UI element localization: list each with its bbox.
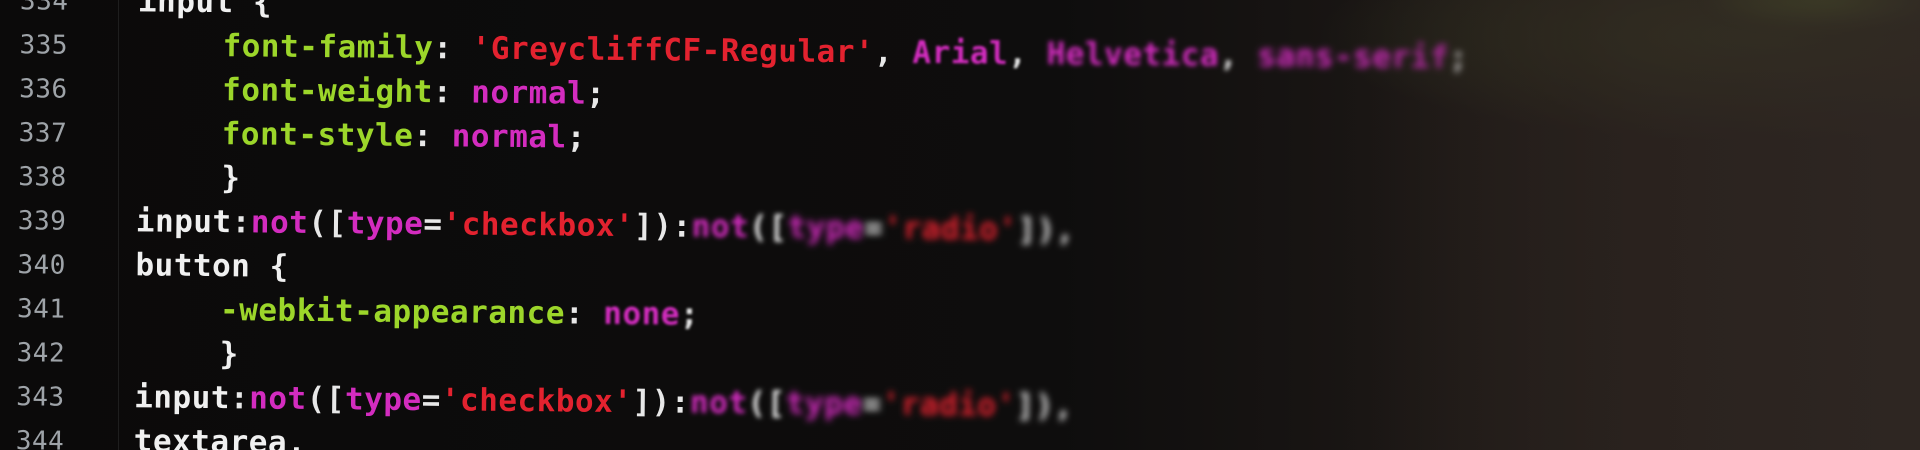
code-line: 334 input {: [0, 0, 272, 27]
code-text: textarea,: [133, 423, 307, 450]
code-text: button {: [135, 247, 289, 285]
css-value: normal: [451, 118, 567, 156]
css-property: font-weight: [221, 72, 434, 111]
css-attribute: type: [787, 209, 865, 247]
css-pseudo: not: [249, 380, 307, 417]
css-selector: input: [135, 203, 232, 241]
css-property: font-family: [222, 28, 434, 67]
css-pseudo: not: [250, 204, 309, 241]
css-attribute: type: [785, 385, 863, 423]
code-view: 334 input { 335 font-family: 'GreycliffC…: [0, 0, 1920, 450]
line-number: 336: [19, 74, 68, 105]
code-editor-photo: 334 input { 335 font-family: 'GreycliffC…: [0, 0, 1920, 450]
line-number: 341: [16, 294, 66, 325]
code-text: }: [219, 336, 239, 373]
line-number: 339: [17, 206, 67, 237]
line-number: 335: [19, 30, 69, 61]
line-number: 338: [18, 162, 67, 193]
code-text: }: [221, 160, 241, 197]
code-line: 342 }: [0, 334, 238, 379]
line-number: 337: [18, 118, 68, 149]
code-line: 336 font-weight: normal;: [19, 72, 606, 112]
css-pseudo: not: [689, 384, 748, 422]
css-string-value: 'GreycliffCF-Regular': [471, 30, 875, 71]
code-line: 343 input:not([type='checkbox']):not([ty…: [16, 379, 1074, 425]
css-pseudo: not: [691, 208, 750, 246]
css-value: Arial: [912, 34, 1009, 72]
line-number: 342: [16, 338, 66, 369]
code-line: 337 font-style: normal;: [18, 116, 587, 156]
css-attribute: type: [346, 205, 424, 243]
line-number: 344: [15, 426, 65, 450]
code-line: 341 -webkit-appearance: none;: [16, 292, 700, 333]
code-line: 344 textarea,: [0, 422, 307, 450]
line-number: 334: [19, 0, 69, 17]
code-text: input {: [137, 0, 273, 21]
line-number: 343: [16, 382, 65, 413]
css-attribute: type: [344, 381, 422, 419]
css-property: -webkit-appearance: [219, 292, 566, 332]
css-value: normal: [471, 74, 587, 112]
code-line: 338 }: [0, 158, 240, 203]
css-selector: input: [134, 379, 231, 417]
css-string-value: 'radio': [883, 210, 1018, 248]
css-string-value: 'checkbox': [440, 382, 633, 421]
code-line: 340 button {: [0, 246, 289, 291]
css-value: Helvetica: [1046, 36, 1220, 74]
css-string-value: 'checkbox': [442, 206, 635, 245]
code-line: 335 font-family: 'GreycliffCF-Regular', …: [19, 28, 1469, 77]
css-value: sans-serif: [1257, 38, 1450, 76]
code-line: 339 input:not([type='checkbox']):not([ty…: [17, 203, 1076, 249]
css-value: none: [603, 295, 681, 333]
css-string-value: 'radio': [881, 386, 1016, 424]
line-number: 340: [17, 250, 67, 281]
css-property: font-style: [221, 116, 414, 154]
